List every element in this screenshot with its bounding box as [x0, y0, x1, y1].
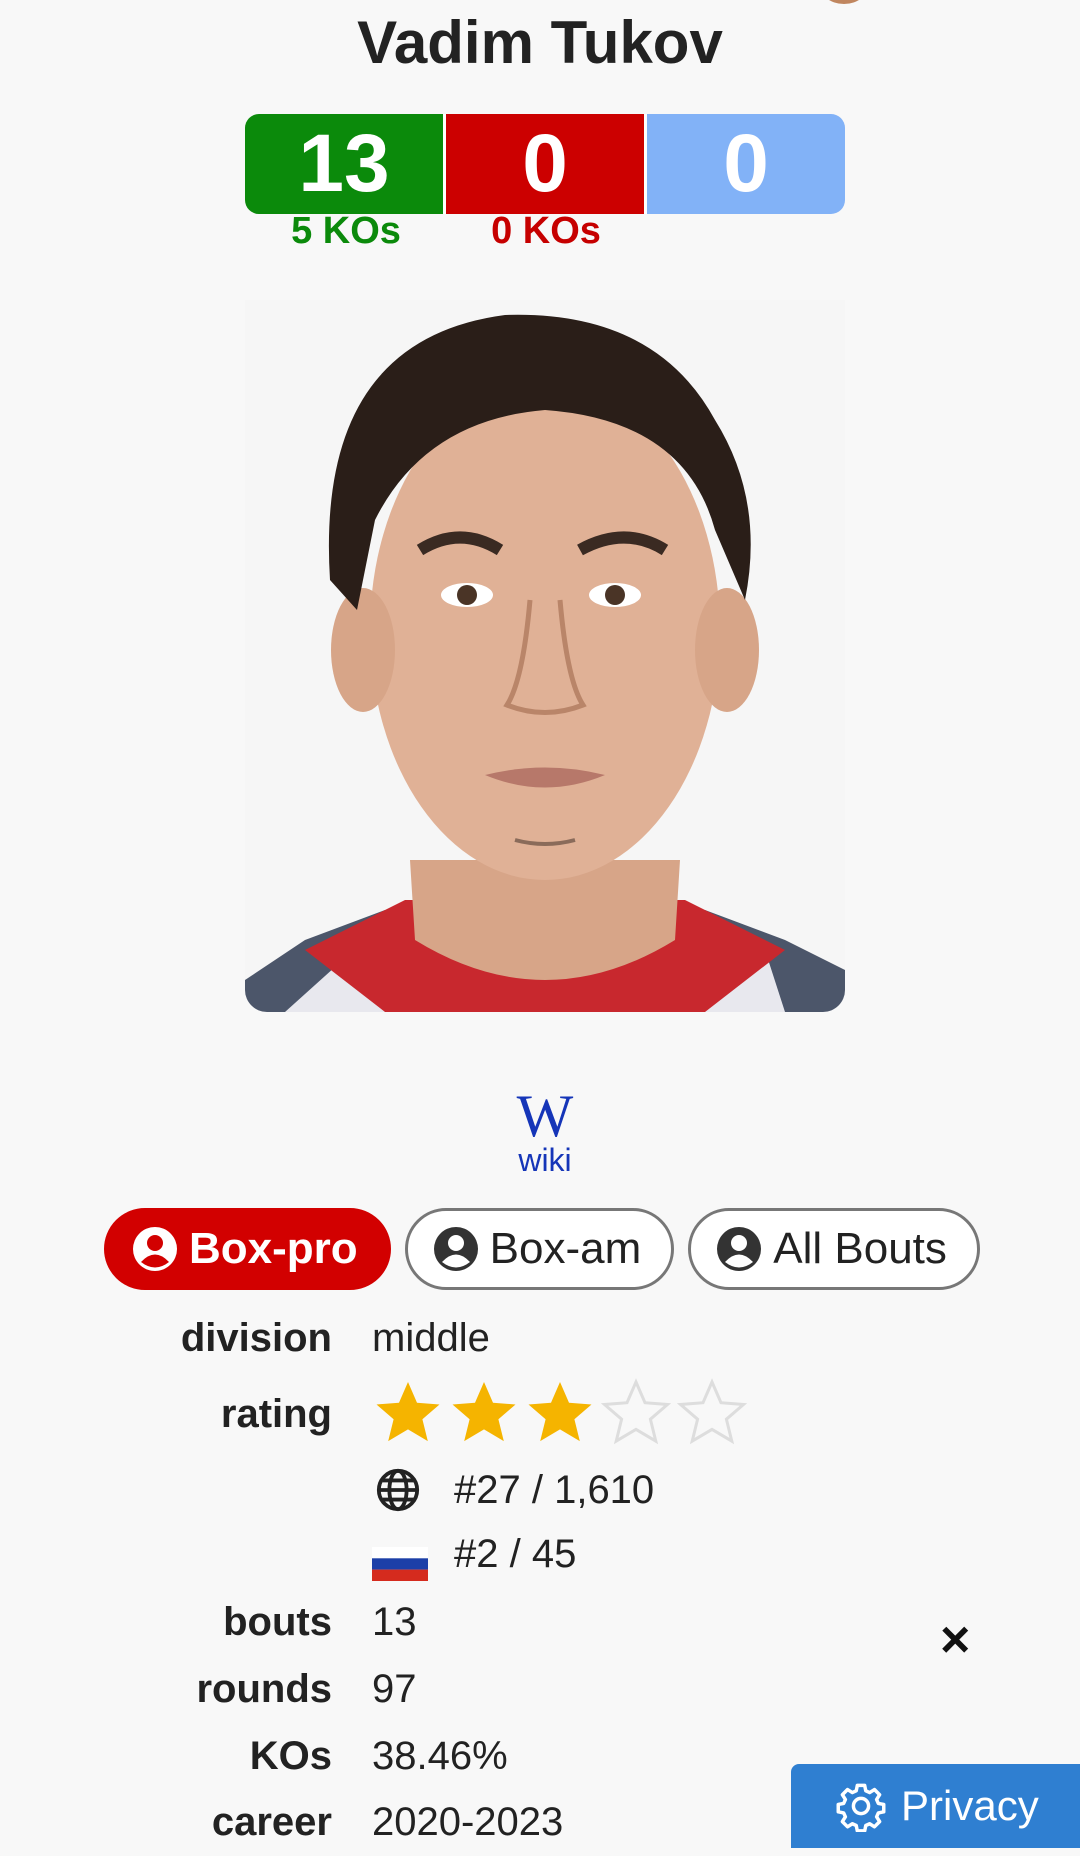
losses-kos: 0 KOs	[491, 210, 601, 252]
star-filled-icon	[376, 1382, 440, 1442]
privacy-label: Privacy	[901, 1782, 1039, 1829]
fighter-photo	[245, 300, 845, 1012]
gear-icon	[836, 1783, 886, 1832]
close-icon[interactable]: ×	[940, 1610, 970, 1670]
career-label: career	[211, 1800, 332, 1844]
division-label: division	[180, 1316, 332, 1360]
bouts-value: 13	[372, 1600, 417, 1644]
star-filled-icon	[528, 1382, 592, 1442]
star-filled-icon	[452, 1382, 516, 1442]
russia-flag-icon	[372, 1547, 428, 1581]
user-circle-icon	[433, 1227, 478, 1271]
tab-box-pro[interactable]: Box-pro	[104, 1208, 391, 1290]
world-rank: #27 / 1,610	[454, 1468, 655, 1512]
record-bar: 13 0 0	[245, 114, 845, 214]
rating-label: rating	[220, 1392, 332, 1436]
division-row: division middle	[0, 1316, 1080, 1372]
rating-stars	[372, 1376, 748, 1448]
division-value: middle	[372, 1316, 490, 1360]
wins-count: 13	[245, 114, 446, 214]
losses-count: 0	[446, 114, 647, 214]
bouts-label: bouts	[223, 1600, 332, 1644]
tab-box-am[interactable]: Box-am	[404, 1208, 675, 1290]
avatar[interactable]	[818, 0, 870, 4]
globe-icon	[376, 1468, 420, 1512]
kos-value: 38.46%	[372, 1734, 508, 1778]
rounds-row: rounds 97	[0, 1667, 1080, 1723]
bouts-row: bouts 13	[0, 1600, 1080, 1656]
country-rank: #2 / 45	[454, 1532, 577, 1576]
tab-all-bouts[interactable]: All Bouts	[688, 1208, 980, 1290]
fighter-name: Vadim Tukov	[357, 9, 723, 76]
tab-label: Box-pro	[189, 1224, 358, 1273]
wikipedia-icon[interactable]: W	[510, 1086, 580, 1146]
draws-count: 0	[647, 114, 845, 214]
tab-label: Box-am	[489, 1224, 642, 1273]
career-value: 2020-2023	[372, 1800, 564, 1844]
user-circle-icon	[133, 1227, 177, 1271]
star-empty-icon	[600, 1378, 672, 1445]
privacy-button[interactable]: Privacy	[791, 1764, 1080, 1848]
rounds-label: rounds	[196, 1667, 332, 1711]
star-empty-icon	[676, 1378, 748, 1445]
wiki-link[interactable]: wiki	[490, 1142, 600, 1179]
wins-kos: 5 KOs	[291, 210, 401, 252]
kos-label: KOs	[249, 1734, 332, 1778]
user-circle-icon	[717, 1227, 762, 1271]
record-tabs: Box-pro Box-am All Bouts	[104, 1208, 980, 1290]
rounds-value: 97	[372, 1667, 417, 1711]
tab-label: All Bouts	[773, 1224, 947, 1273]
